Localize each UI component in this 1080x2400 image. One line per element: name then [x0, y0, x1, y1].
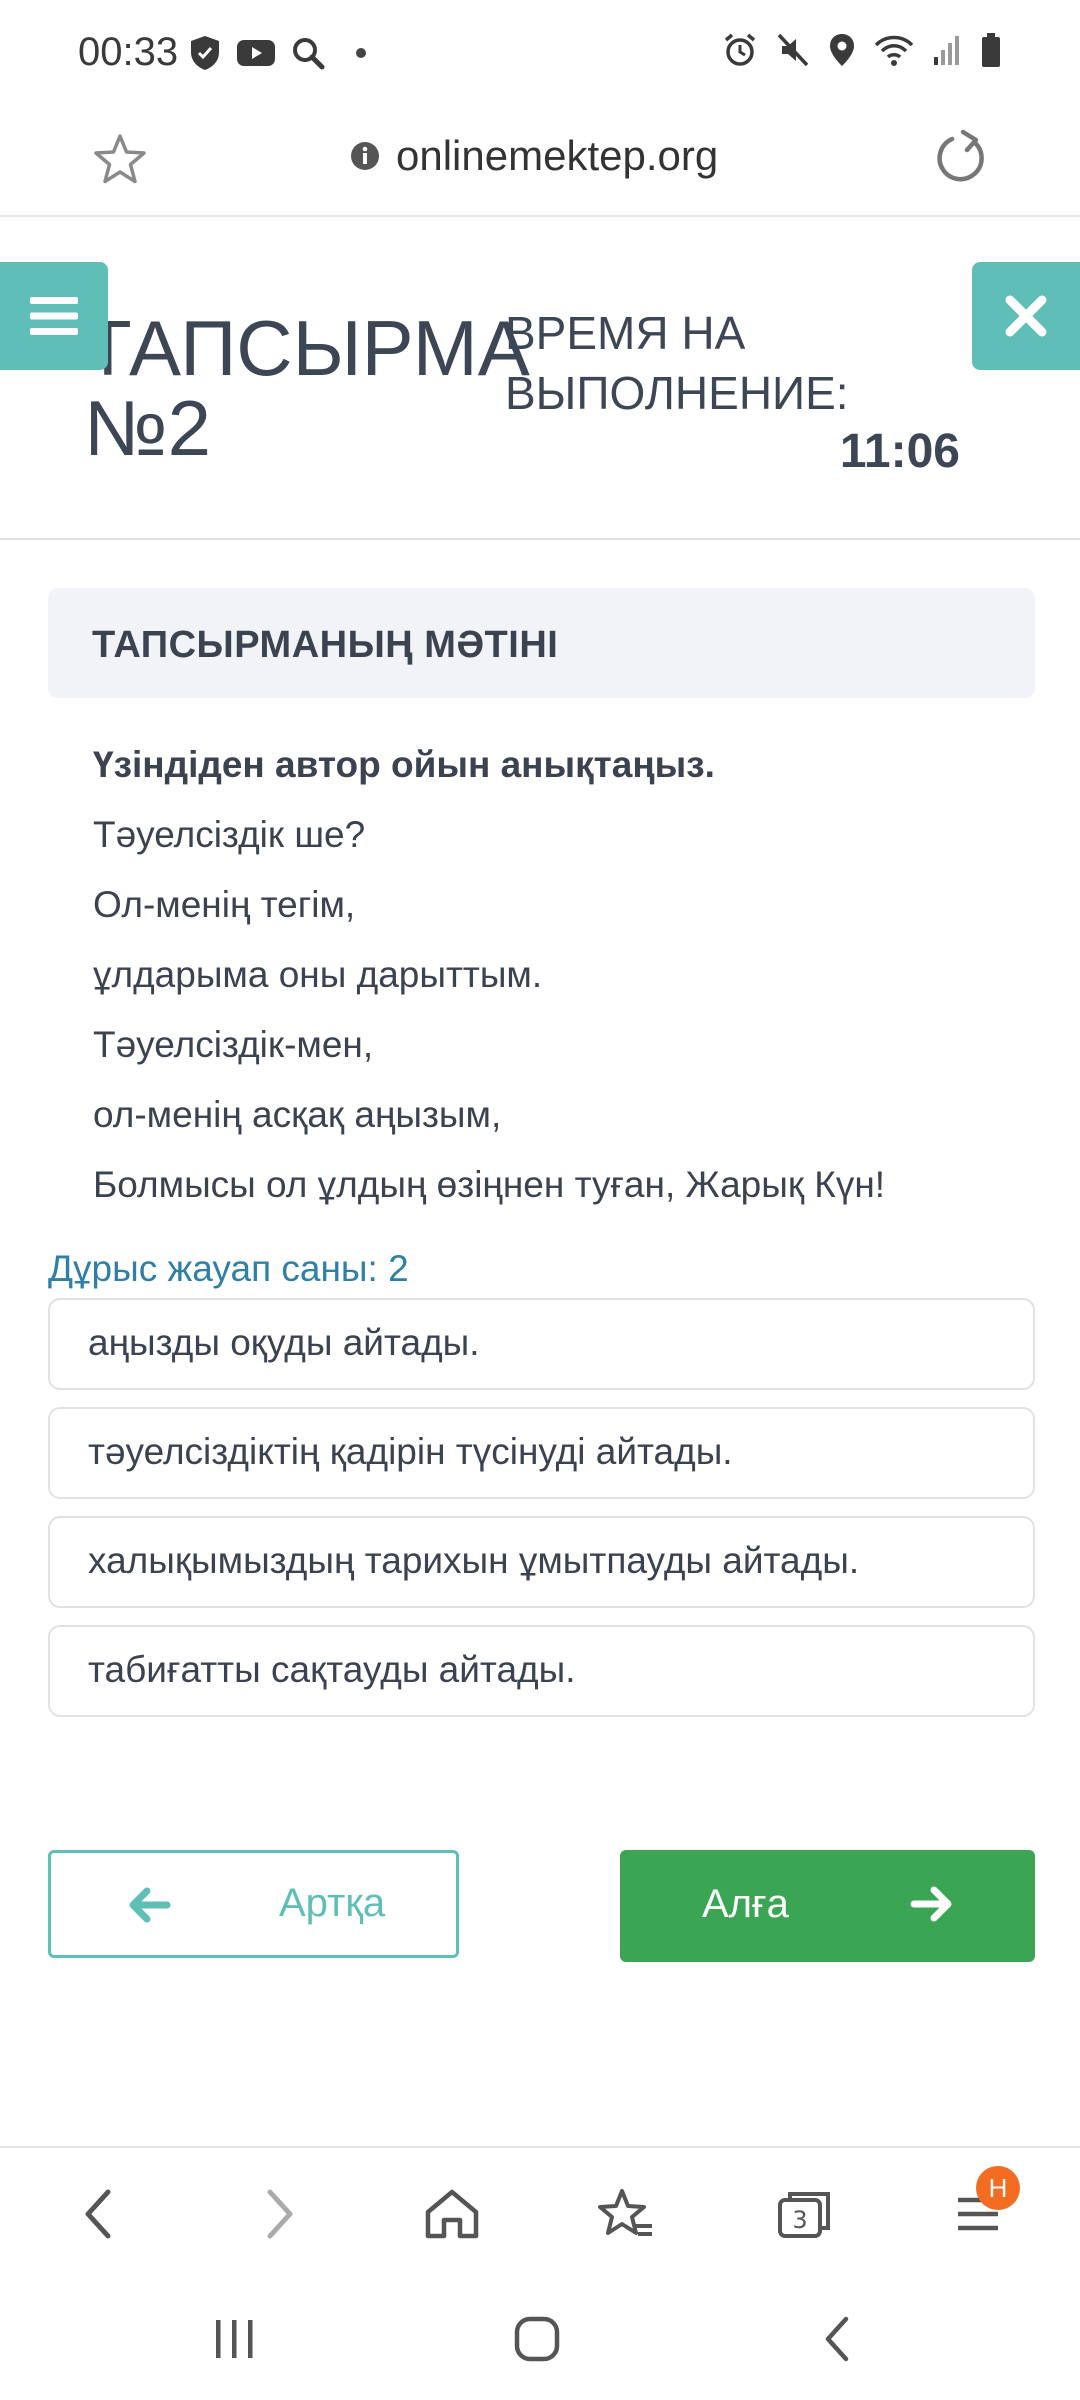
location-icon [828, 32, 856, 68]
browser-toolbar: 3 [0, 2146, 1080, 2278]
tabs-count: 3 [792, 2206, 807, 2234]
home-button-icon[interactable] [512, 2314, 562, 2364]
dot-icon [356, 48, 366, 58]
bookmarks-icon[interactable] [596, 2186, 656, 2242]
menu-button[interactable] [0, 262, 108, 370]
header-divider [0, 538, 1080, 540]
poem-line: ұлдарыма оны дарыттым. [93, 954, 543, 995]
task-section-title: ТАПСЫРМАНЫҢ МӘТІНІ [92, 624, 559, 666]
system-navigation [0, 2276, 1080, 2400]
arrow-right-icon [910, 1884, 954, 1924]
notification-badge: H [976, 2166, 1020, 2210]
answer-option-label: табиғатты сақтауды айтады. [88, 1649, 576, 1690]
next-button[interactable]: Алға [620, 1850, 1035, 1962]
answer-option[interactable]: табиғатты сақтауды айтады. [48, 1625, 1035, 1717]
task-title: ТАПСЫРМА [84, 304, 530, 392]
poem-line: Ол-менің тегім, [93, 884, 356, 925]
answer-option[interactable]: тәуелсіздіктің қадірін түсінуді айтады. [48, 1407, 1035, 1499]
battery-icon [980, 32, 1002, 68]
browser-back-icon[interactable] [74, 2186, 126, 2242]
youtube-icon [236, 38, 276, 68]
info-icon[interactable] [350, 141, 380, 171]
back-button[interactable]: Артқа [48, 1850, 459, 1958]
answer-option-label: халықымыздың тарихын ұмытпауды айтады. [88, 1540, 860, 1581]
alarm-icon [722, 32, 758, 68]
bookmark-star-icon[interactable] [90, 130, 150, 190]
answer-option[interactable]: аңызды оқуды айтады. [48, 1298, 1035, 1390]
countdown-timer: 11:06 [839, 425, 960, 478]
system-back-icon[interactable] [818, 2314, 858, 2364]
reload-icon[interactable] [930, 128, 990, 188]
task-text: Үзіндіден автор ойын анықтаңыз. Тәуелсіз… [93, 740, 1053, 1230]
poem-line: ол-менің асқақ аңызым, [93, 1094, 502, 1135]
tabs-icon[interactable]: 3 [774, 2186, 834, 2242]
url-bar: onlinemektep.org [0, 110, 1080, 217]
time-label-line1: ВРЕМЯ НА [505, 307, 746, 359]
close-button[interactable] [972, 262, 1080, 370]
poem-line: Тәуелсіздік ше? [93, 814, 366, 855]
answer-option[interactable]: халықымыздың тарихын ұмытпауды айтады. [48, 1516, 1035, 1608]
next-button-label: Алға [702, 1882, 789, 1926]
signal-icon [932, 33, 962, 67]
task-number: №2 [84, 384, 212, 472]
arrow-left-icon [127, 1885, 171, 1925]
poem-line: Болмысы ол ұлдың өзіңнен туған, Жарық Кү… [93, 1164, 886, 1205]
time-label-line2: ВЫПОЛНЕНИЕ: [505, 367, 849, 419]
answer-option-label: тәуелсіздіктің қадірін түсінуді айтады. [88, 1431, 733, 1472]
recent-apps-icon[interactable] [210, 2318, 260, 2360]
answer-option-label: аңызды оқуды айтады. [88, 1322, 480, 1363]
status-bar: 00:33 [0, 0, 1080, 110]
search-icon [290, 35, 326, 71]
hamburger-icon [28, 294, 80, 338]
status-time: 00:33 [78, 30, 179, 74]
correct-answers-count: Дұрыс жауап саны: 2 [48, 1248, 409, 1289]
url-text: onlinemektep.org [396, 132, 719, 179]
poem-line: Тәуелсіздік-мен, [93, 1024, 374, 1065]
question-text: Үзіндіден автор ойын анықтаңыз. [93, 744, 715, 785]
mute-icon [776, 32, 810, 68]
shield-icon [188, 34, 222, 72]
browser-forward-icon[interactable] [252, 2186, 304, 2242]
wifi-icon [874, 33, 914, 67]
task-section-header: ТАПСЫРМАНЫҢ МӘТІНІ [48, 588, 1035, 698]
close-icon [1004, 294, 1048, 338]
address-field[interactable]: onlinemektep.org [350, 132, 718, 180]
back-button-label: Артқа [279, 1881, 386, 1925]
home-icon[interactable] [422, 2186, 482, 2242]
